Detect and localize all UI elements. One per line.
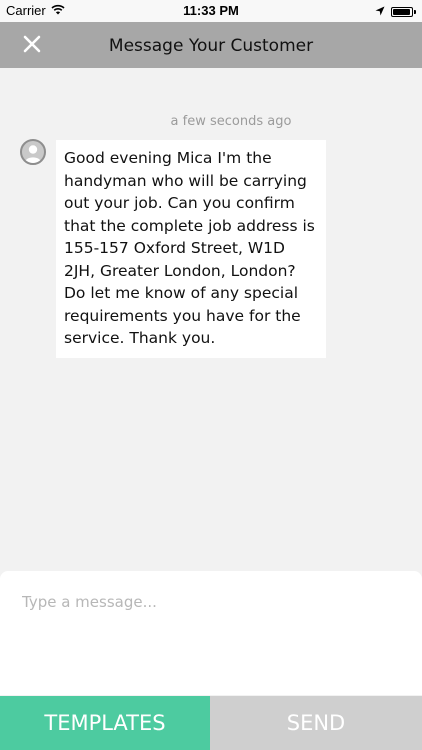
- message-input[interactable]: [22, 593, 402, 673]
- battery-body: [391, 6, 413, 17]
- battery-fill: [393, 8, 411, 15]
- header-bar: Message Your Customer: [0, 22, 422, 68]
- user-avatar-icon: [20, 139, 46, 165]
- status-right: [375, 4, 416, 19]
- location-arrow-icon: [375, 4, 385, 19]
- battery-tip: [414, 9, 416, 14]
- message-composer: [0, 571, 422, 695]
- status-bar: Carrier 11:33 PM: [0, 0, 422, 22]
- message-bubble: Good evening Mica I'm the handyman who w…: [56, 140, 326, 358]
- send-button[interactable]: SEND: [210, 696, 422, 750]
- bottom-action-bar: TEMPLATES SEND: [0, 696, 422, 750]
- status-time: 11:33 PM: [183, 3, 239, 18]
- page-title: Message Your Customer: [108, 36, 314, 56]
- message-thread[interactable]: a few seconds ago Good evening Mica I'm …: [0, 68, 422, 570]
- templates-button[interactable]: TEMPLATES: [0, 696, 210, 750]
- message-timestamp: a few seconds ago: [170, 114, 292, 129]
- battery-icon: [391, 6, 416, 17]
